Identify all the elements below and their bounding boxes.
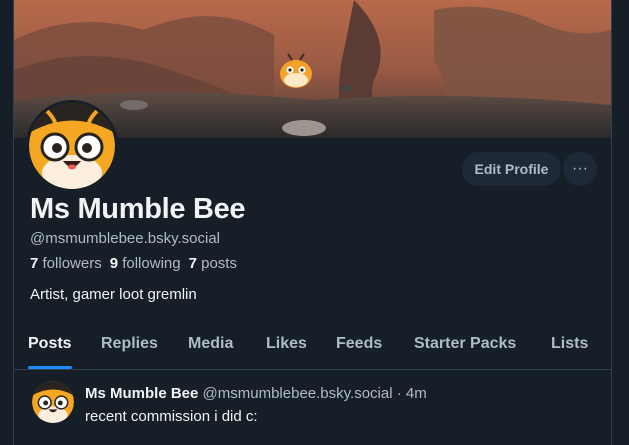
posts-stat: 7 posts xyxy=(189,255,237,272)
page-gutter-left xyxy=(0,0,13,445)
active-tab-indicator xyxy=(28,366,72,369)
post-author-name[interactable]: Ms Mumble Bee xyxy=(85,385,198,402)
post-avatar-bee-image xyxy=(32,381,74,423)
post-author-handle[interactable]: @msmumblebee.bsky.social xyxy=(203,385,393,402)
profile-avatar[interactable] xyxy=(26,100,118,192)
following-label: following xyxy=(122,255,181,272)
profile-handle: @msmumblebee.bsky.social xyxy=(30,230,221,247)
post-separator: · xyxy=(396,385,402,402)
posts-label: posts xyxy=(201,255,237,272)
followers-label: followers xyxy=(42,255,102,272)
tab-replies[interactable]: Replies xyxy=(101,335,158,353)
profile-column: Edit Profile ··· Ms Mumble Bee @msmumble… xyxy=(14,0,611,445)
ellipsis-icon: ··· xyxy=(572,160,588,177)
followers-stat[interactable]: 7 followers xyxy=(30,255,102,272)
tab-lists[interactable]: Lists xyxy=(551,335,588,353)
more-options-button[interactable]: ··· xyxy=(563,152,597,186)
tab-media[interactable]: Media xyxy=(188,335,233,353)
tab-posts[interactable]: Posts xyxy=(28,335,72,353)
feed-post[interactable]: Ms Mumble Bee @msmumblebee.bsky.social ·… xyxy=(14,371,611,445)
profile-stats: 7 followers 9 following 7 posts xyxy=(30,255,237,272)
post-text: recent commission i did c: xyxy=(85,408,258,425)
profile-tabs: Posts Replies Media Likes Feeds Starter … xyxy=(14,322,611,370)
edit-profile-button[interactable]: Edit Profile xyxy=(462,152,561,186)
post-timestamp[interactable]: 4m xyxy=(406,385,427,402)
profile-bio: Artist, gamer loot gremlin xyxy=(30,286,197,303)
following-count: 9 xyxy=(109,255,119,272)
following-stat[interactable]: 9 following xyxy=(110,255,181,272)
tab-starter-packs[interactable]: Starter Packs xyxy=(414,335,516,353)
profile-display-name: Ms Mumble Bee xyxy=(30,193,246,225)
page-gutter-right xyxy=(612,0,629,445)
tab-likes[interactable]: Likes xyxy=(266,335,307,353)
avatar-bee-image xyxy=(29,103,115,189)
post-header: Ms Mumble Bee @msmumblebee.bsky.social ·… xyxy=(85,385,427,402)
followers-count: 7 xyxy=(30,255,39,272)
post-author-avatar[interactable] xyxy=(32,381,74,423)
posts-count: 7 xyxy=(188,255,197,272)
tab-feeds[interactable]: Feeds xyxy=(336,335,382,353)
